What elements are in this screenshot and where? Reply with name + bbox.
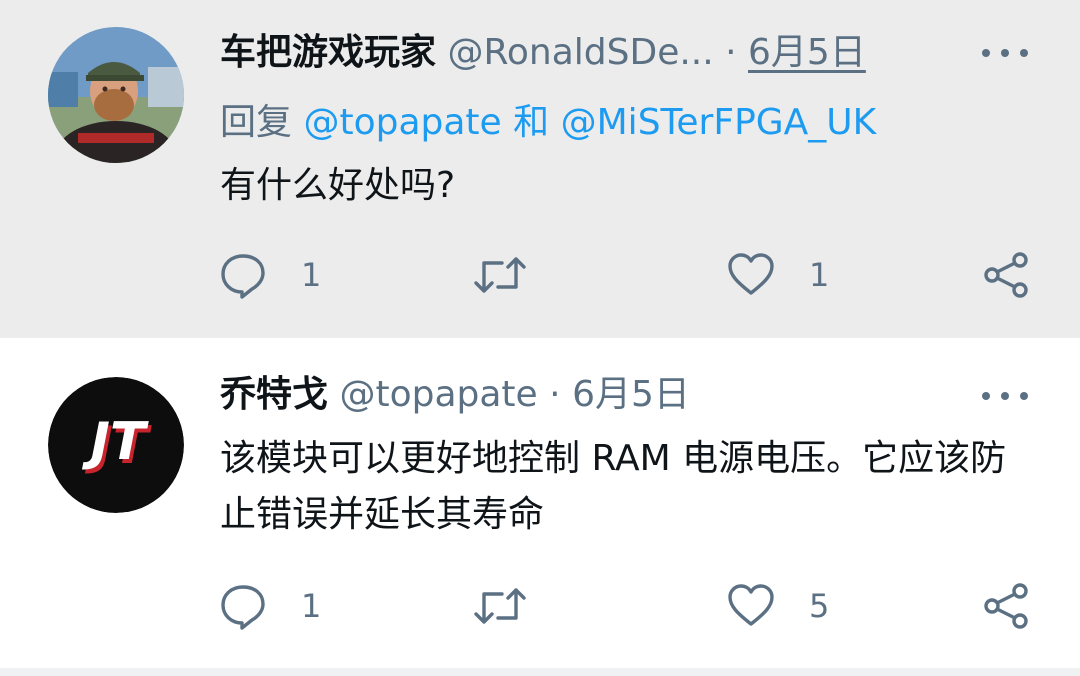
- user-photo-avatar-icon: [48, 27, 184, 163]
- avatar[interactable]: [48, 27, 184, 163]
- jt-logo-avatar-icon: JT JT: [48, 377, 184, 513]
- share-icon: [984, 583, 1028, 629]
- user-handle[interactable]: @RonaldSDe...: [447, 32, 713, 73]
- reply-count: 1: [301, 256, 322, 294]
- separator-dot: ·: [549, 374, 561, 415]
- comment-bubble-icon: [221, 585, 265, 630]
- user-handle[interactable]: @topapate: [339, 374, 537, 415]
- replying-to: 回复 @topapate 和 @MiSTerFPGA_UK: [220, 100, 876, 146]
- display-name[interactable]: 车把游戏玩家: [220, 32, 436, 73]
- reply-count: 1: [301, 587, 322, 625]
- share-icon: [984, 252, 1028, 298]
- comment-bubble-icon: [221, 254, 265, 299]
- retweet-button[interactable]: [472, 582, 528, 630]
- tweet-topapate[interactable]: JT JT 乔特戈 @topapate · 6月5日 该模块可以更好地控制 RA…: [0, 338, 1080, 668]
- bottom-divider: [0, 668, 1080, 676]
- separator-dot: ·: [725, 32, 737, 73]
- like-count: 5: [809, 587, 830, 625]
- more-dots-icon[interactable]: [982, 43, 1028, 63]
- tweet-date-link[interactable]: 6月5日: [572, 374, 690, 415]
- replying-prefix: 回复: [220, 102, 293, 143]
- retweet-icon: [474, 257, 526, 293]
- svg-text:JT: JT: [82, 412, 149, 472]
- like-button[interactable]: 1: [727, 251, 829, 299]
- heart-icon: [728, 584, 774, 626]
- tweet-header: 车把游戏玩家 @RonaldSDe... · 6月5日: [220, 31, 866, 75]
- reply-button[interactable]: 1: [219, 582, 321, 630]
- avatar[interactable]: JT JT: [48, 377, 184, 513]
- mention-link[interactable]: @topapate: [303, 102, 501, 143]
- retweet-button[interactable]: [472, 251, 528, 299]
- tweet-ronald[interactable]: 车把游戏玩家 @RonaldSDe... · 6月5日 回复 @topapate…: [0, 0, 1080, 338]
- more-dots-icon[interactable]: [982, 386, 1028, 406]
- tweet-header: 乔特戈 @topapate · 6月5日: [220, 373, 690, 417]
- share-button[interactable]: [982, 251, 1030, 299]
- tweet-date-link[interactable]: 6月5日: [748, 32, 866, 73]
- retweet-icon: [474, 588, 526, 624]
- tweet-text: 有什么好处吗?: [220, 165, 456, 206]
- heart-icon: [728, 253, 774, 295]
- display-name[interactable]: 乔特戈: [220, 374, 328, 415]
- like-count: 1: [809, 256, 830, 294]
- reply-button[interactable]: 1: [219, 251, 321, 299]
- like-button[interactable]: 5: [727, 582, 829, 630]
- replying-conjunction: 和: [513, 102, 550, 143]
- share-button[interactable]: [982, 582, 1030, 630]
- tweet-text: 该模块可以更好地控制 RAM 电源电压。它应该防止错误并延长其寿命: [220, 438, 1007, 535]
- mention-link[interactable]: @MiSTerFPGA_UK: [561, 102, 877, 143]
